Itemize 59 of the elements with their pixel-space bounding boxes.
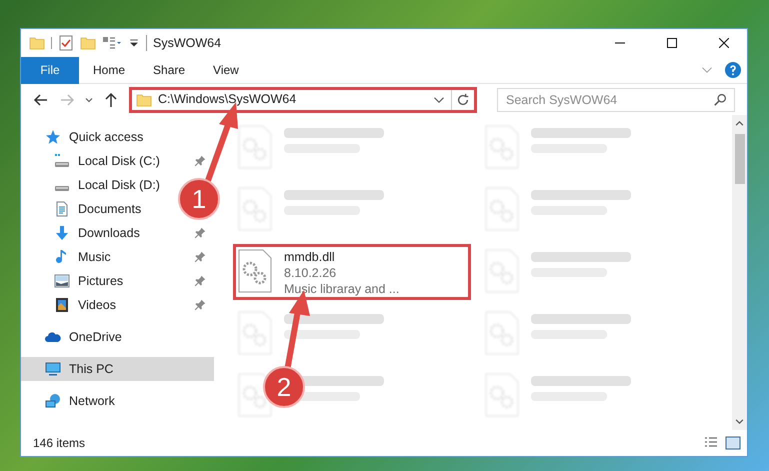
pin-icon [194, 299, 206, 311]
properties-icon [102, 35, 122, 51]
back-arrow-icon[interactable] [33, 92, 49, 108]
picture-icon [54, 273, 70, 289]
file-item[interactable]: mmdb.dll 8.10.2.26 Music libraray and ... [238, 249, 466, 295]
sidebar-item[interactable]: Pictures [21, 269, 214, 293]
star-icon [45, 129, 61, 145]
sidebar-item[interactable]: Documents [21, 197, 177, 221]
sidebar-item[interactable]: Quick access [21, 125, 214, 149]
chevron-down-icon[interactable] [735, 417, 744, 426]
chevron-up-icon[interactable] [735, 119, 744, 128]
refresh-icon[interactable] [456, 92, 470, 106]
scrollbar[interactable] [732, 115, 747, 430]
ribbon-tab[interactable]: Share [139, 56, 200, 84]
gear-file-icon [238, 249, 272, 293]
sidebar-item[interactable]: Local Disk (D:) [21, 173, 177, 197]
pin-icon [194, 155, 206, 167]
file-name: mmdb.dll [284, 249, 336, 265]
minimize-icon [615, 42, 625, 44]
ribbon-tab[interactable]: Home [79, 56, 140, 84]
down-arrow-icon [54, 225, 70, 241]
checkmark-document-icon [58, 35, 74, 51]
ribbon-tab[interactable]: View [199, 56, 253, 84]
film-icon [54, 297, 70, 313]
sidebar-item[interactable]: Videos [21, 293, 214, 317]
address-field[interactable]: C:\Windows\SysWOW64 [129, 86, 477, 112]
network-icon [45, 393, 61, 409]
search-icon [714, 92, 727, 106]
pin-icon [194, 275, 206, 287]
sidebar-item[interactable]: Network [21, 389, 214, 413]
close-icon [719, 38, 729, 48]
folder-icon [136, 92, 152, 108]
sidebar-item[interactable]: Downloads [21, 221, 214, 245]
drive-icon [54, 186, 70, 191]
scrollbar-thumb[interactable] [734, 134, 744, 184]
gear-file-icon [238, 125, 272, 169]
search-field[interactable]: Search SysWOW64 [497, 88, 735, 112]
chevron-down-icon[interactable] [85, 96, 93, 104]
sidebar-item[interactable]: Music [21, 245, 214, 269]
sidebar-item[interactable]: OneDrive [21, 325, 214, 349]
file-detail: 8.10.2.26 [284, 265, 338, 281]
dropdown-icon [128, 37, 140, 49]
help-icon[interactable] [725, 62, 741, 78]
monitor-icon [45, 361, 61, 377]
item-count: 146 items [33, 435, 86, 452]
large-icons-view-icon[interactable] [725, 435, 741, 451]
up-arrow-icon[interactable] [103, 92, 119, 108]
sidebar-item[interactable]: Local Disk (C:) [21, 149, 214, 173]
file-detail: Music libraray and ... [284, 281, 400, 297]
ribbon-tab[interactable]: File [21, 56, 79, 84]
drive-icon [54, 153, 70, 169]
maximize-icon [667, 38, 677, 48]
sidebar-item[interactable]: This PC [21, 357, 214, 381]
pin-icon [194, 251, 206, 263]
window-title: SysWOW64 [153, 34, 222, 52]
folder-icon [29, 35, 45, 51]
pin-icon [194, 227, 206, 239]
document-icon [54, 201, 70, 217]
folder-icon [80, 35, 96, 51]
